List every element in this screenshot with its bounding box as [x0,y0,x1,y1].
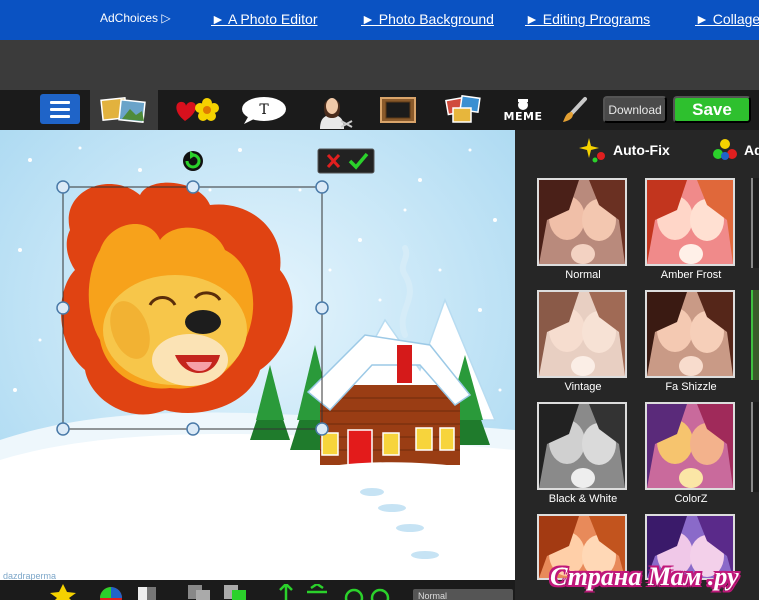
ad-link-editing-programs[interactable]: ► Editing Programs [525,11,650,27]
ad-link-collage[interactable]: ► Collage [695,11,759,27]
cutout-person-icon [320,98,353,129]
filter-label: Vintage [564,381,602,393]
rotate-handle-icon[interactable] [183,151,203,171]
resize-handle[interactable] [315,422,329,436]
blend-mode-select[interactable]: Normal [413,589,513,600]
download-button[interactable]: Download [603,96,667,123]
filter-thumbnail [645,402,735,490]
panel-tabs: Auto-Fix Ad [515,130,759,170]
filter-label: Black & White [548,493,618,505]
cutout-tool-button[interactable] [306,90,358,130]
color-wheel-icon[interactable] [98,585,124,600]
layer-front-icon[interactable] [222,583,250,600]
filter-label: Amber Frost [660,269,722,281]
app-window: AdChoices ▷ ► A Photo Editor ► Photo Bac… [0,0,759,600]
photos-tool-button[interactable] [90,90,158,130]
filter-label: Normal [565,269,601,281]
flip-vertical-icon[interactable] [272,584,300,600]
filter-thumbnail [537,178,627,266]
filter-thumbnail [645,290,735,378]
zoom-icon[interactable] [342,588,394,600]
tab-adjust[interactable]: Ad [744,142,759,158]
meme-label: MEME [503,109,543,123]
filter-label: ColorZ [674,493,708,505]
sparkle-icon [579,138,605,163]
layer-back-icon[interactable] [186,583,214,600]
text-bubble-label: T [259,102,269,118]
star-icon[interactable] [48,584,78,600]
resize-handle[interactable] [186,180,200,194]
canvas-image [0,130,515,580]
resize-handle[interactable] [315,180,329,194]
resize-handle[interactable] [56,301,70,315]
ad-bar: AdChoices ▷ ► A Photo Editor ► Photo Bac… [0,0,759,40]
filter-black-white[interactable]: Black & White [537,402,629,505]
menu-icon-line [50,107,70,111]
editor-canvas[interactable] [0,130,515,580]
ad-link-photo-background[interactable]: ► Photo Background [361,11,494,27]
hearts-flower-icon [176,98,219,121]
filter-normal[interactable]: Normal [537,178,629,281]
filter-vintage[interactable]: Vintage [537,290,629,393]
frame-icon [380,97,416,123]
meme-tool-button[interactable]: MEME [500,90,546,130]
collage-tool-button[interactable] [440,90,486,130]
filter-thumb-partial[interactable] [751,402,759,492]
filter-thumb-partial[interactable] [751,290,759,380]
filter-thumbnail [645,178,735,266]
resize-handle[interactable] [56,422,70,436]
adchoices-link[interactable]: AdChoices ▷ [100,11,171,25]
filter-label: Fa Shizzle [665,381,717,393]
meme-icon [518,98,528,110]
filter-thumbnail [537,290,627,378]
save-button[interactable]: Save [673,96,751,123]
filter-thumbnail [537,402,627,490]
brush-icon [563,97,587,122]
text-tool-button[interactable]: T [236,90,290,130]
filter-thumb-partial[interactable] [751,178,759,268]
selection-actions [317,148,375,174]
photos-icon [100,96,146,124]
stickers-tool-button[interactable] [168,90,224,130]
text-bubble-icon: T [242,97,286,124]
flip-horizontal-icon[interactable] [303,584,331,600]
gradient-icon[interactable] [136,585,158,600]
resize-handle[interactable] [315,301,329,315]
resize-handle[interactable] [56,180,70,194]
menu-icon [50,100,70,104]
collage-icon [445,95,481,123]
ad-link-photo-editor[interactable]: ► A Photo Editor [211,11,317,27]
menu-icon-line [50,114,70,118]
filter-amber-frost[interactable]: Amber Frost [645,178,737,281]
brush-tool-button[interactable] [558,90,590,130]
menu-button[interactable] [40,94,80,124]
tab-autofix[interactable]: Auto-Fix [613,142,670,158]
resize-handle[interactable] [186,422,200,436]
color-dots-icon [713,139,737,160]
site-watermark: Страна Мам .ру [550,562,739,591]
header-spacer [0,40,759,90]
filter-fa-shizzle[interactable]: Fa Shizzle [645,290,737,393]
frame-tool-button[interactable] [374,90,422,130]
filter-colorz[interactable]: ColorZ [645,402,737,505]
